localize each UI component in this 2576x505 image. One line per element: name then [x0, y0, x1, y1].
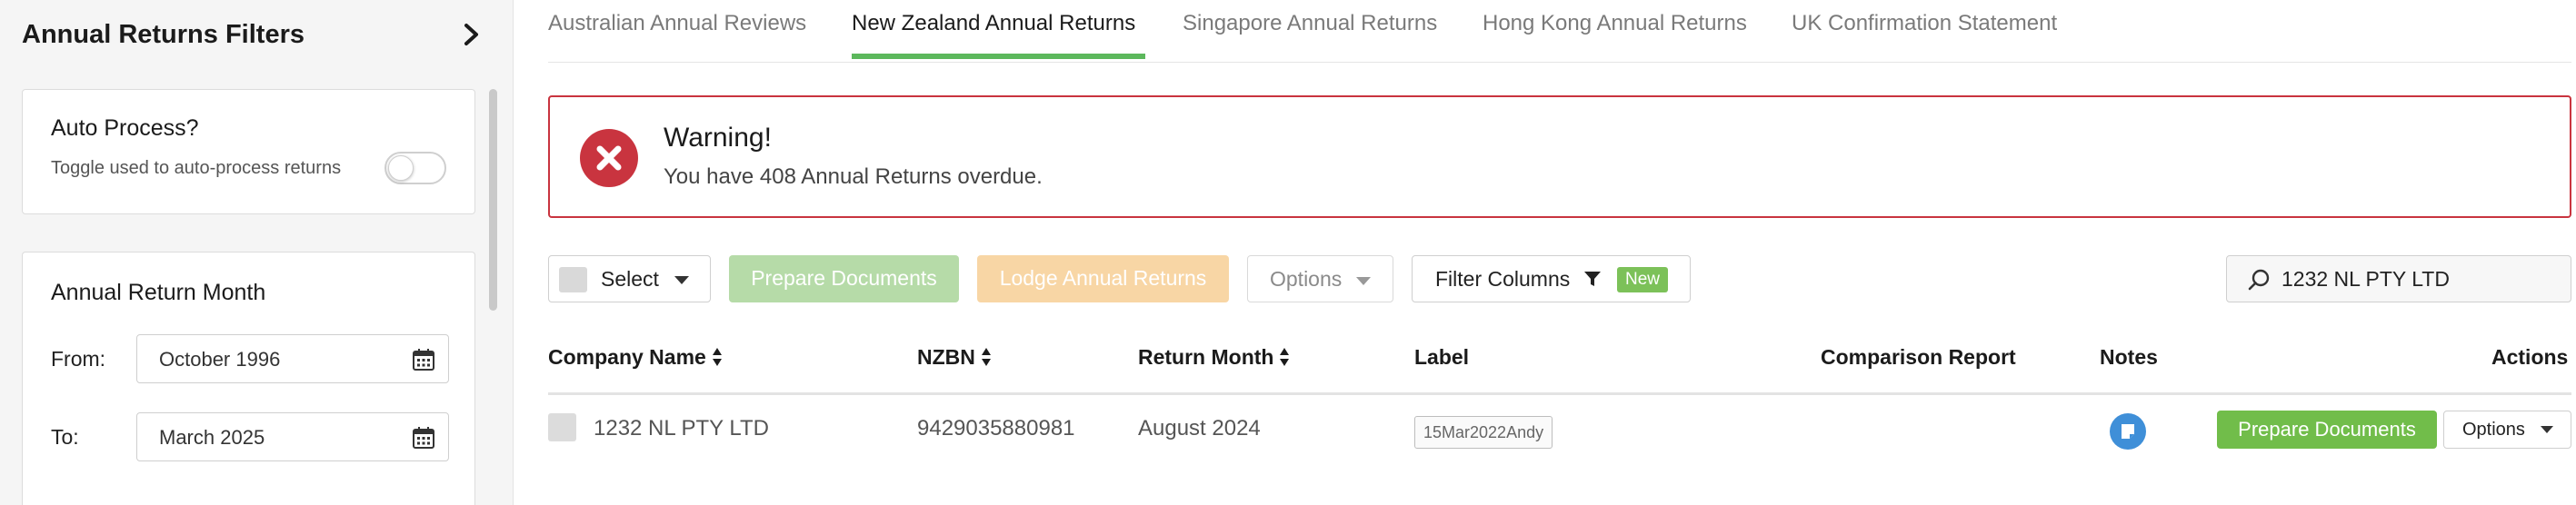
lodge-annual-returns-button[interactable]: Lodge Annual Returns: [977, 255, 1229, 302]
sort-icon[interactable]: [981, 347, 992, 367]
filter-icon: [1584, 272, 1601, 286]
sidebar-header: Annual Returns Filters: [22, 16, 485, 53]
table-row: 1232 NL PTY LTD 9429035880981 August 202…: [548, 395, 2571, 468]
caret-down-icon: [2541, 426, 2553, 433]
notes-icon[interactable]: [2110, 413, 2146, 450]
toggle-knob: [388, 155, 414, 181]
calendar-icon[interactable]: [412, 426, 435, 450]
column-header-actions: Actions: [2491, 345, 2569, 369]
select-dropdown-button[interactable]: Select: [548, 255, 711, 302]
column-header-label: Company Name: [548, 345, 706, 369]
new-badge: New: [1617, 267, 1669, 292]
column-header-company-name[interactable]: Company Name: [548, 345, 723, 370]
tab-australian-annual-reviews[interactable]: Australian Annual Reviews: [548, 11, 806, 36]
to-date-value: March 2025: [159, 426, 265, 449]
row-options-dropdown-button[interactable]: Options: [2443, 411, 2571, 449]
overdue-warning-alert: Warning! You have 408 Annual Returns ove…: [548, 95, 2571, 218]
column-header-nzbn[interactable]: NZBN: [917, 345, 992, 370]
auto-process-title: Auto Process?: [51, 115, 199, 141]
filter-columns-button[interactable]: Filter Columns New: [1412, 255, 1691, 302]
calendar-icon[interactable]: [412, 348, 435, 371]
caret-down-icon: [674, 276, 689, 284]
auto-process-card: Auto Process? Toggle used to auto-proces…: [22, 89, 475, 214]
active-tab-indicator: [852, 54, 1145, 59]
tab-hong-kong-annual-returns[interactable]: Hong Kong Annual Returns: [1483, 11, 1747, 36]
tab-uk-confirmation-statement[interactable]: UK Confirmation Statement: [1792, 11, 2057, 36]
search-box[interactable]: [2226, 255, 2571, 302]
row-checkbox[interactable]: [548, 413, 576, 441]
options-label: Options: [1270, 267, 1343, 291]
sort-icon[interactable]: [1279, 347, 1290, 367]
auto-process-toggle[interactable]: [384, 152, 446, 184]
cell-company-name[interactable]: 1232 NL PTY LTD: [594, 416, 769, 441]
jurisdiction-tabs: Australian Annual Reviews New Zealand An…: [548, 0, 2571, 63]
alert-title: Warning!: [664, 123, 772, 153]
options-dropdown-button[interactable]: Options: [1247, 255, 1393, 302]
column-header-return-month[interactable]: Return Month: [1138, 345, 1290, 370]
caret-down-icon: [1356, 277, 1371, 285]
cell-return-month: August 2024: [1138, 416, 1261, 441]
search-input[interactable]: [2281, 263, 2554, 294]
row-prepare-documents-button[interactable]: Prepare Documents: [2217, 411, 2437, 449]
alert-message: You have 408 Annual Returns overdue.: [664, 164, 1043, 189]
tab-singapore-annual-returns[interactable]: Singapore Annual Returns: [1183, 11, 1437, 36]
label-tag[interactable]: 15Mar2022Andy: [1414, 416, 1553, 449]
search-icon: [2248, 269, 2270, 291]
sidebar-title: Annual Returns Filters: [22, 20, 305, 49]
cell-nzbn: 9429035880981: [917, 416, 1075, 441]
column-header-label: Return Month: [1138, 345, 1274, 369]
from-date-value: October 1996: [159, 348, 281, 371]
from-label: From:: [51, 347, 106, 371]
error-icon: [580, 129, 638, 187]
from-date-input[interactable]: October 1996: [136, 334, 449, 383]
filter-columns-label: Filter Columns: [1435, 267, 1571, 291]
annual-return-month-title: Annual Return Month: [51, 280, 266, 305]
chevron-right-icon[interactable]: [458, 20, 485, 49]
column-header-notes: Notes: [2100, 345, 2158, 369]
select-label: Select: [601, 267, 659, 291]
select-all-checkbox[interactable]: [559, 267, 587, 292]
annual-return-month-card: Annual Return Month From: October 1996 T…: [22, 252, 475, 505]
sidebar-scrollbar-thumb[interactable]: [489, 89, 497, 311]
prepare-documents-button[interactable]: Prepare Documents: [729, 255, 959, 302]
to-date-input[interactable]: March 2025: [136, 412, 449, 461]
column-header-label: NZBN: [917, 345, 975, 369]
column-header-comparison-report: Comparison Report: [1821, 345, 2016, 369]
row-options-label: Options: [2462, 420, 2525, 440]
to-label: To:: [51, 425, 79, 449]
sort-icon[interactable]: [712, 347, 723, 367]
auto-process-description: Toggle used to auto-process returns: [51, 158, 342, 178]
column-header-label-col: Label: [1414, 345, 1470, 369]
tab-new-zealand-annual-returns[interactable]: New Zealand Annual Returns: [852, 11, 1135, 36]
filters-sidebar: Annual Returns Filters Auto Process? Tog…: [0, 0, 514, 505]
